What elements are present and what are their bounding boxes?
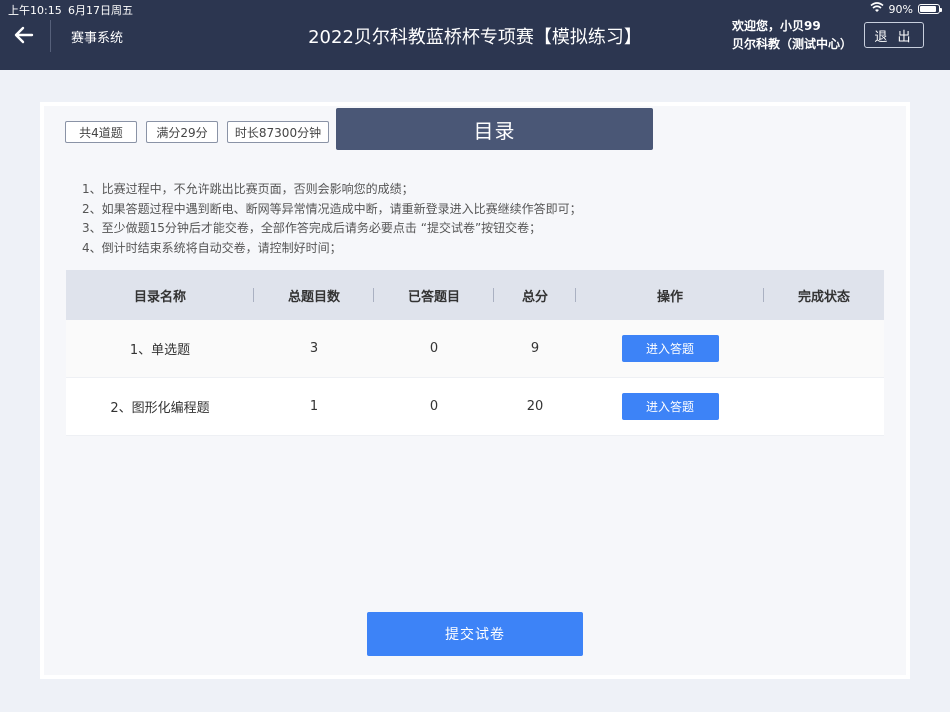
row-action-cell: 进入答题 bbox=[576, 393, 764, 420]
back-arrow-icon[interactable] bbox=[12, 24, 38, 48]
header-score: 总分 bbox=[494, 286, 576, 305]
battery-fill bbox=[920, 6, 937, 12]
rule-item: 2、如果答题过程中遇到断电、断网等异常情况造成中断，请重新登录进入比赛继续作答即… bbox=[82, 201, 582, 216]
row-catalog-name: 1、单选题 bbox=[129, 343, 191, 358]
logout-button[interactable]: 退 出 bbox=[864, 22, 924, 48]
user-info: 欢迎您，小贝99 贝尔科教（测试中心） bbox=[732, 17, 852, 53]
catalog-table: 目录名称 总题目数 已答题目 总分 操作 完成状态 1、单选题 3 0 9 进入… bbox=[66, 270, 884, 436]
row-answered: 0 bbox=[429, 399, 439, 414]
duration-tag: 时长87300分钟 bbox=[227, 121, 329, 143]
exam-rules: 1、比赛过程中，不允许跳出比赛页面，否则会影响您的成绩； 2、如果答题过程中遇到… bbox=[82, 180, 582, 258]
row-total: 1 bbox=[309, 399, 319, 414]
catalog-tab[interactable]: 目录 bbox=[336, 108, 653, 150]
table-row: 1、单选题 3 0 9 进入答题 bbox=[66, 320, 884, 378]
row-total: 3 bbox=[309, 341, 319, 356]
header-total-questions: 总题目数 bbox=[254, 286, 374, 305]
header-catalog-name: 目录名称 bbox=[66, 286, 254, 305]
table-header: 目录名称 总题目数 已答题目 总分 操作 完成状态 bbox=[66, 270, 884, 320]
enter-answer-button[interactable]: 进入答题 bbox=[621, 393, 719, 420]
wifi-icon bbox=[870, 2, 884, 16]
status-date: 6月17日周五 bbox=[68, 4, 133, 17]
row-action-cell: 进入答题 bbox=[576, 335, 764, 362]
status-indicators: 90% bbox=[870, 2, 942, 16]
top-header: 上午10:15 6月17日周五 90% 赛事系统 2022贝尔科教蓝桥杯专项赛【… bbox=[0, 0, 950, 70]
exam-panel: 共4道题 满分29分 时长87300分钟 目录 1、比赛过程中，不允许跳出比赛页… bbox=[40, 102, 910, 679]
header-action: 操作 bbox=[576, 286, 764, 305]
rule-item: 1、比赛过程中，不允许跳出比赛页面，否则会影响您的成绩； bbox=[82, 182, 414, 196]
battery-icon bbox=[918, 4, 942, 14]
org-name: 贝尔科教（测试中心） bbox=[732, 37, 853, 51]
question-count-tag: 共4道题 bbox=[65, 121, 137, 143]
rule-item: 4、倒计时结束系统将自动交卷，请控制好时间； bbox=[82, 240, 342, 255]
row-score: 20 bbox=[526, 399, 544, 414]
system-name: 赛事系统 bbox=[71, 31, 124, 46]
status-time: 上午10:15 bbox=[8, 4, 62, 17]
row-answered: 0 bbox=[429, 341, 439, 356]
row-score: 9 bbox=[530, 341, 540, 356]
welcome-text: 欢迎您，小贝99 bbox=[732, 19, 821, 33]
battery-percent: 90% bbox=[888, 2, 913, 16]
row-catalog-name: 2、图形化编程题 bbox=[110, 401, 210, 416]
rule-item: 3、至少做题15分钟后才能交卷，全部作答完成后请务必要点击 “提交试卷”按钮交卷… bbox=[82, 221, 542, 235]
enter-answer-button[interactable]: 进入答题 bbox=[621, 335, 719, 362]
header-status: 完成状态 bbox=[797, 289, 850, 305]
submit-exam-button[interactable]: 提交试卷 bbox=[367, 612, 583, 656]
header-divider bbox=[50, 20, 51, 52]
full-score-tag: 满分29分 bbox=[146, 121, 218, 143]
header-answered: 已答题目 bbox=[374, 286, 494, 305]
table-row: 2、图形化编程题 1 0 20 进入答题 bbox=[66, 378, 884, 436]
